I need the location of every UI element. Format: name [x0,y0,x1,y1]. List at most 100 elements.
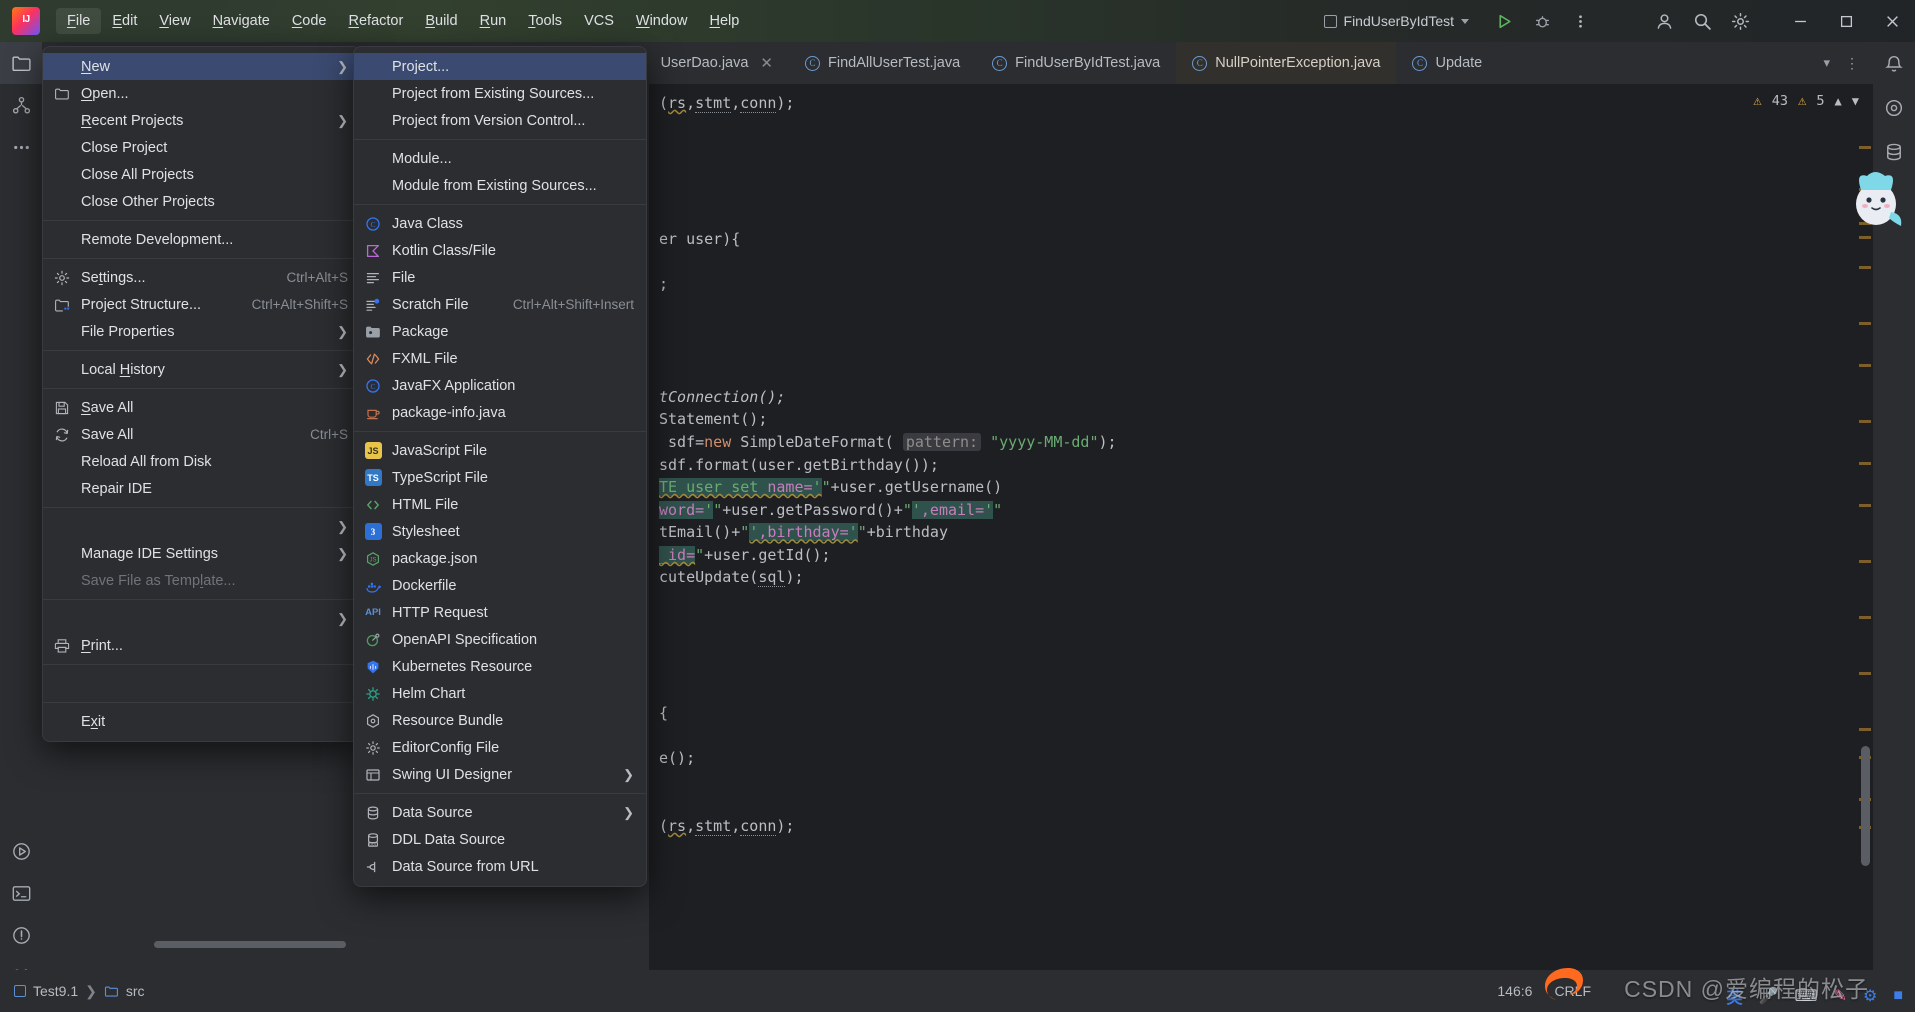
menu-edit[interactable]: Edit [101,8,148,34]
more-actions-button[interactable] [1561,4,1599,38]
search-everywhere-button[interactable] [1683,4,1721,38]
submenu-item-java-class[interactable]: C Java Class [354,210,646,237]
submenu-item-module[interactable]: Module... [354,145,646,172]
submenu-item-typescript-file[interactable]: TS TypeScript File [354,464,646,491]
menu-item-print[interactable]: Print... [43,632,360,659]
more-icon[interactable]: ■ [1893,987,1903,1005]
menu-item-open[interactable]: Open... [43,80,360,107]
submenu-item-javascript-file[interactable]: JS JavaScript File [354,437,646,464]
submenu-item-resource-bundle[interactable]: Resource Bundle [354,707,646,734]
submenu-item-stylesheet[interactable]: 3 Stylesheet [354,518,646,545]
voice-icon[interactable]: 🎤 [1759,986,1779,1006]
account-button[interactable] [1645,4,1683,38]
menu-item-invalidate-caches[interactable]: Repair IDE [43,475,360,502]
menu-run[interactable]: Run [469,8,518,34]
menu-item-repair-ide[interactable]: Reload All from Disk [43,448,360,475]
menu-file[interactable]: File [56,8,102,34]
breadcrumb-module[interactable]: Test9.1 [33,983,78,999]
tabs-chevron-down-icon[interactable]: ▾ [1817,55,1836,71]
breadcrumb-folder[interactable]: src [126,983,145,999]
editor-tab-findallusertest[interactable]: C FindAllUserTest.java [789,42,976,84]
problems-tool-window-icon[interactable] [0,914,42,956]
menu-view[interactable]: View [148,8,201,34]
submenu-item-editorconfig-file[interactable]: EditorConfig File [354,734,646,761]
submenu-item-package-json[interactable]: JS package.json [354,545,646,572]
editor-vertical-scrollbar[interactable] [1861,746,1870,866]
close-window-button[interactable] [1869,0,1915,42]
caret-position[interactable]: 146:6 [1497,983,1532,999]
ai-assistant-icon[interactable] [1873,86,1915,130]
menu-code[interactable]: Code [281,8,338,34]
menu-item-close-project[interactable]: Close Project [43,134,360,161]
code-editor[interactable]: ⚠ 43 ⚠ 5 ▲ ▼ (rs,stmt,conn); er user){ ; [649,84,1873,970]
submenu-item-data-source[interactable]: Data Source ❯ [354,799,646,826]
submenu-item-scratch-file[interactable]: Scratch File Ctrl+Alt+Shift+Insert [354,291,646,318]
submenu-item-file[interactable]: File [354,264,646,291]
submenu-item-package-info-java[interactable]: package-info.java [354,399,646,426]
menu-item-power-save-mode[interactable] [43,670,360,697]
run-tool-window-icon[interactable] [0,830,42,872]
menu-vcs[interactable]: VCS [573,8,625,34]
menu-navigate[interactable]: Navigate [202,8,281,34]
close-icon[interactable]: ✕ [760,54,773,72]
menu-refactor[interactable]: Refactor [338,8,415,34]
menu-tools[interactable]: Tools [517,8,573,34]
submenu-item-ddl-data-source[interactable]: DDL DDL Data Source [354,826,646,853]
menu-build[interactable]: Build [414,8,468,34]
submenu-item-kotlin-class-file[interactable]: Kotlin Class/File [354,237,646,264]
submenu-item-swing-ui-designer[interactable]: Swing UI Designer ❯ [354,761,646,788]
editor-tab-userdao[interactable]: UserDao.java ✕ [649,42,789,84]
menu-item-project-structure[interactable]: Project Structure... Ctrl+Alt+Shift+S [43,291,360,318]
menu-item-settings[interactable]: Settings... Ctrl+Alt+S [43,264,360,291]
terminal-tool-window-icon[interactable] [0,872,42,914]
menu-item-manage-ide-settings[interactable]: ❯ [43,513,360,540]
editor-tab-update[interactable]: C Update [1396,42,1498,84]
menu-item-export[interactable]: ❯ [43,605,360,632]
run-button[interactable] [1485,4,1523,38]
submenu-item-javafx-application[interactable]: C JavaFX Application [354,372,646,399]
submenu-item-project-from-existing-sources[interactable]: Project from Existing Sources... [354,80,646,107]
menu-item-remote-development[interactable]: Remote Development... [43,226,360,253]
tabs-more-icon[interactable]: ⋮ [1839,55,1865,72]
menu-item-reload-all-from-disk[interactable]: Save All Ctrl+S [43,421,360,448]
structure-tool-window-icon[interactable] [0,84,42,126]
menu-item-local-history[interactable]: Local History ❯ [43,356,360,383]
tools-icon[interactable]: ⚙ [1863,986,1877,1006]
menu-item-save-all[interactable]: Save All [43,394,360,421]
project-tool-window-icon[interactable] [0,42,42,84]
submenu-item-kubernetes-resource[interactable]: Kubernetes Resource [354,653,646,680]
submenu-item-http-request[interactable]: API HTTP Request [354,599,646,626]
submenu-item-fxml-file[interactable]: FXML File [354,345,646,372]
debug-button[interactable] [1523,4,1561,38]
menu-item-close-other-projects[interactable]: Close Other Projects [43,188,360,215]
editor-marker-lane[interactable] [1857,126,1873,970]
submenu-item-project-from-version-control[interactable]: Project from Version Control... [354,107,646,134]
emoji-icon[interactable]: ✎ [1834,986,1847,1006]
submenu-item-openapi-specification[interactable]: OpenAPI Specification [354,626,646,653]
maximize-window-button[interactable] [1823,0,1869,42]
editor-tab-finduserbyidtest[interactable]: C FindUserByIdTest.java [976,42,1176,84]
menu-item-file-properties[interactable]: File Properties ❯ [43,318,360,345]
sogou-ime-icon[interactable] [1535,962,1585,1010]
submenu-item-module-from-existing-sources[interactable]: Module from Existing Sources... [354,172,646,199]
intellij-idea-logo[interactable] [12,7,40,35]
notifications-icon[interactable] [1873,42,1915,86]
menu-help[interactable]: Help [698,8,750,34]
menu-item-new[interactable]: New ❯ [43,53,360,80]
more-tool-windows-icon[interactable] [0,126,42,168]
menu-item-recent-projects[interactable]: Recent Projects ❯ [43,107,360,134]
ime-language-label[interactable]: 英 [1727,984,1743,1008]
minimize-window-button[interactable] [1777,0,1823,42]
submenu-item-dockerfile[interactable]: Dockerfile [354,572,646,599]
project-horizontal-scrollbar[interactable] [154,941,346,948]
editor-tab-nullpointerexception[interactable]: C NullPointerException.java [1176,42,1397,84]
submenu-item-helm-chart[interactable]: Helm Chart [354,680,646,707]
submenu-item-package[interactable]: Package [354,318,646,345]
settings-gear-button[interactable] [1721,4,1759,38]
submenu-item-html-file[interactable]: HTML File [354,491,646,518]
menu-item-exit[interactable]: Exit [43,708,360,735]
submenu-item-project[interactable]: Project... [354,53,646,80]
keyboard-icon[interactable]: ⌨ [1794,986,1817,1006]
menu-item-close-all-projects[interactable]: Close All Projects [43,161,360,188]
submenu-item-data-source-from-url[interactable]: Data Source from URL [354,853,646,880]
